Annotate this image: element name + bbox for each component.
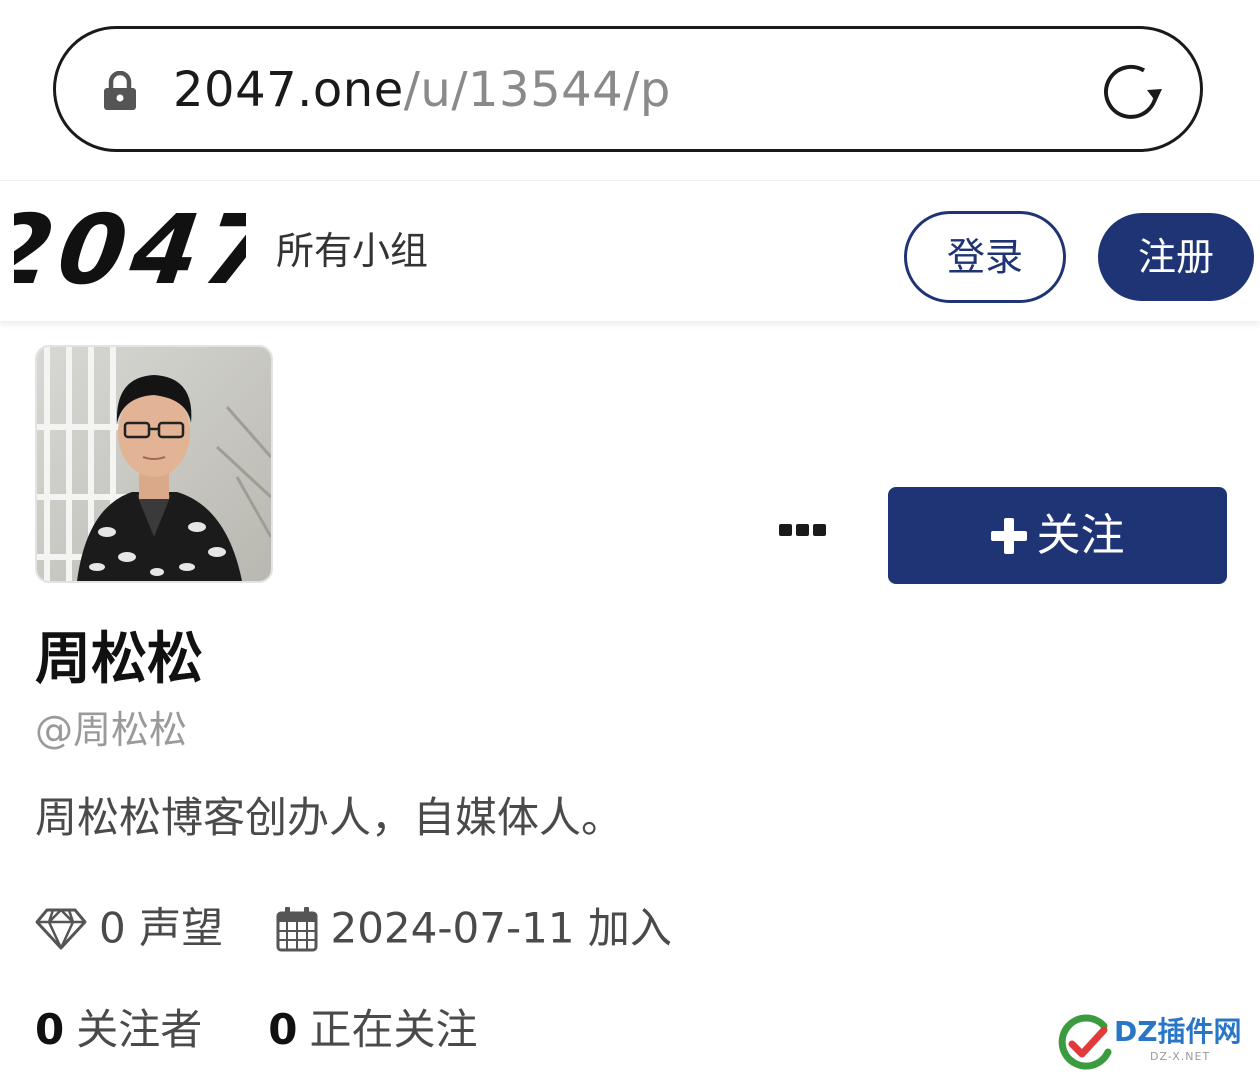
join-label: 加入 xyxy=(587,903,672,953)
avatar-photo xyxy=(37,347,271,581)
reload-icon[interactable] xyxy=(1098,59,1164,125)
reputation-label: 声望 xyxy=(139,903,224,953)
stats-row: 0 关注者 0 正在关注 xyxy=(35,1000,478,1060)
url-text[interactable]: 2047.one/u/13544/p xyxy=(173,59,671,121)
following-count: 0 xyxy=(268,1005,298,1054)
calendar-icon xyxy=(276,906,318,951)
following-label: 正在关注 xyxy=(309,1005,478,1054)
site-header: 2047 所有小组 登录 注册 xyxy=(0,180,1260,321)
watermark-sub: DZ-X.NET xyxy=(1150,1050,1211,1063)
more-icon[interactable] xyxy=(772,512,832,548)
lock-icon xyxy=(104,71,136,110)
register-button[interactable]: 注册 xyxy=(1098,213,1254,301)
watermark-logo-icon xyxy=(1058,1014,1112,1070)
followers-label: 关注者 xyxy=(76,1005,203,1054)
page: 2047.one/u/13544/p 2047 所有小组 登录 注册 关注 周松… xyxy=(0,0,1260,1082)
join-date: 2024-07-11 xyxy=(330,903,575,953)
logo-text: 2047 xyxy=(14,207,246,293)
followers-count: 0 xyxy=(35,1005,65,1054)
url-domain: 2047.one xyxy=(173,62,404,118)
follow-button[interactable]: 关注 xyxy=(888,487,1227,584)
user-handle: @周松松 xyxy=(35,708,188,752)
reputation-value: 0 xyxy=(99,903,126,953)
site-logo[interactable]: 2047 xyxy=(14,207,246,293)
watermark-text: DZ插件网 xyxy=(1114,1015,1242,1048)
plus-icon xyxy=(990,518,1027,554)
user-bio: 周松松博客创办人，自媒体人。 xyxy=(35,793,624,842)
login-button[interactable]: 登录 xyxy=(904,211,1066,303)
meta-row: 0 声望 2024-07-11 加入 xyxy=(35,896,672,956)
address-bar[interactable]: 2047.one/u/13544/p xyxy=(53,26,1203,152)
display-name: 周松松 xyxy=(35,627,203,692)
url-path: /u/13544/p xyxy=(403,62,671,118)
followers-link[interactable]: 0 关注者 xyxy=(35,1005,202,1054)
following-link[interactable]: 0 正在关注 xyxy=(268,1005,477,1054)
diamond-icon xyxy=(35,908,87,949)
avatar[interactable] xyxy=(35,345,273,583)
watermark: DZ插件网 DZ-X.NET xyxy=(1058,1012,1250,1074)
follow-label: 关注 xyxy=(1036,510,1125,561)
nav-all-groups[interactable]: 所有小组 xyxy=(276,227,428,275)
